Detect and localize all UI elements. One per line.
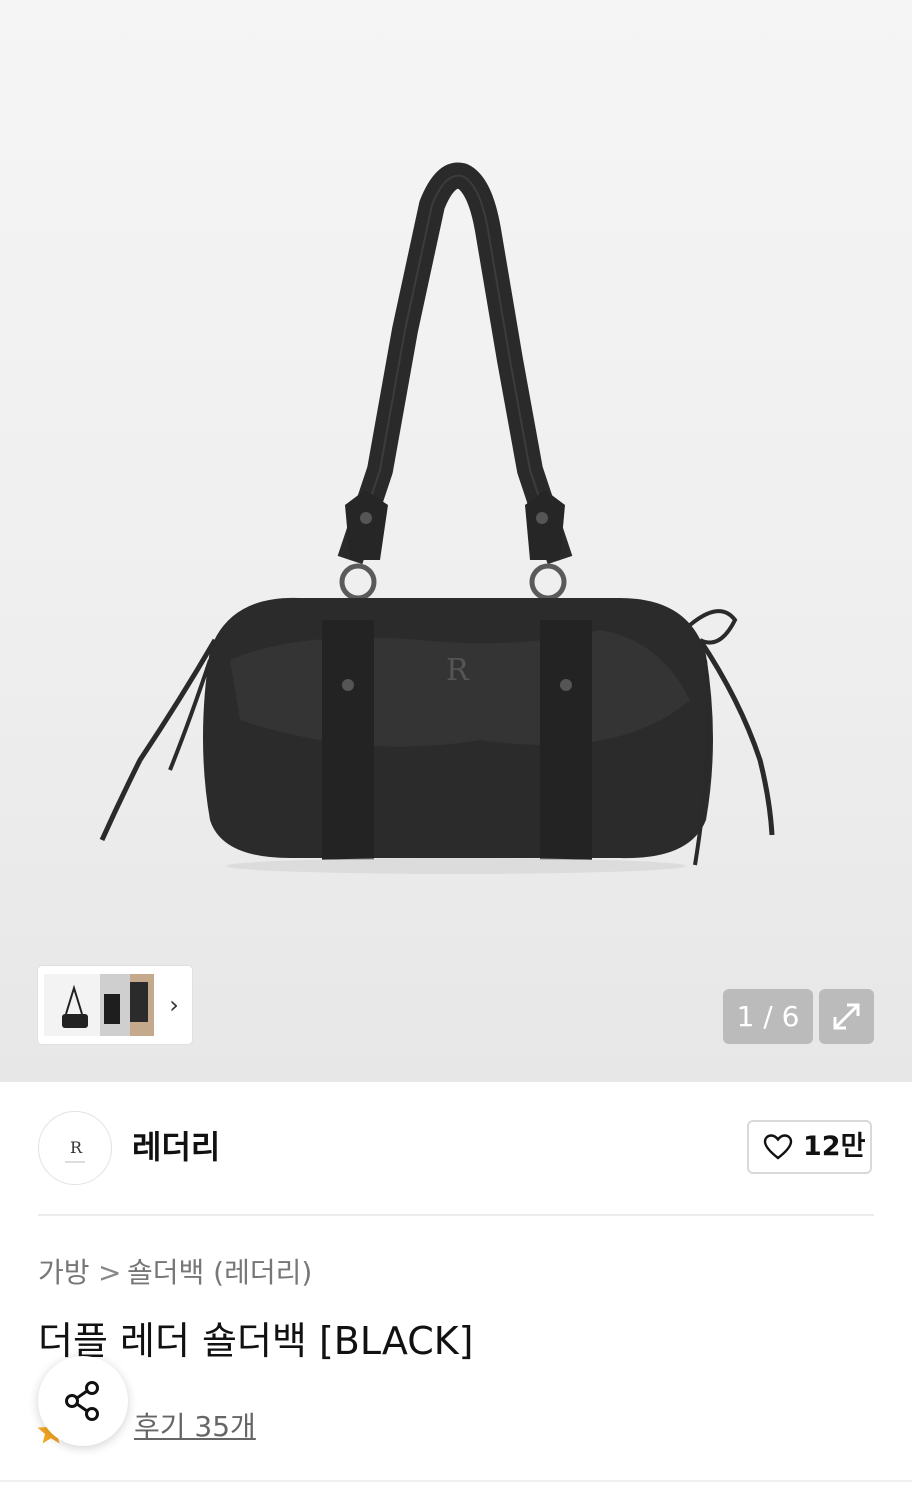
breadcrumb-separator: > <box>98 1256 122 1289</box>
expand-icon[interactable] <box>819 989 874 1044</box>
thumbnail-3[interactable] <box>130 974 154 1036</box>
breadcrumb-subcategory[interactable]: 숄더백 (레더리) <box>127 1255 312 1291</box>
thumbnail-detail-image <box>130 974 154 1036</box>
share-icon <box>65 1381 99 1421</box>
chevron-right-icon[interactable]: › <box>162 990 186 1020</box>
review-link[interactable]: 후기 35개 <box>134 1408 256 1446</box>
product-image: R <box>99 162 775 874</box>
thumbnail-model-image <box>100 974 130 1036</box>
like-count: 12만 <box>803 1131 866 1162</box>
thumbnail-bag-image <box>62 984 88 1028</box>
svg-text:R: R <box>446 653 470 688</box>
thumbnail-1[interactable] <box>44 974 104 1036</box>
like-button[interactable]: 12만 <box>747 1120 872 1174</box>
heart-icon <box>763 1134 793 1160</box>
thumbnail-2[interactable] <box>100 974 130 1036</box>
image-counter: 1 / 6 <box>723 989 813 1044</box>
section-divider <box>0 1480 912 1482</box>
brand-logo-text: R <box>70 1138 83 1157</box>
brand-name[interactable]: 레더리 <box>132 1126 220 1168</box>
breadcrumb-category[interactable]: 가방 <box>38 1255 90 1291</box>
share-button[interactable] <box>38 1356 128 1446</box>
brand-logo[interactable]: R <box>38 1111 112 1185</box>
product-image-gallery[interactable]: R › 1 / 6 <box>0 0 912 1082</box>
product-title: 더플 레더 숄더백 [BLACK] <box>38 1319 474 1363</box>
divider <box>38 1214 874 1216</box>
